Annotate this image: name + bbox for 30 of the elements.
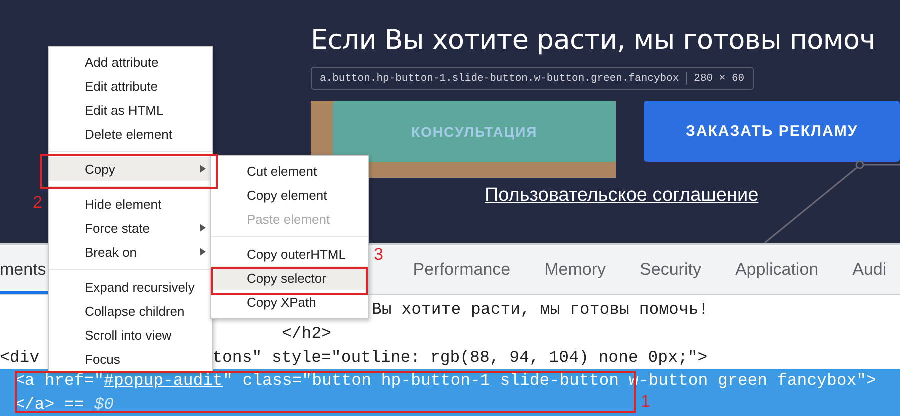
devtools-tab[interactable]: Security	[623, 245, 718, 294]
agreement-link[interactable]: Пользовательское соглашение	[485, 185, 759, 207]
code-text: tons" style="outline: rgb(88, 94, 104) none 0px;">	[212, 348, 708, 366]
devtools-tab[interactable]: Memory	[528, 245, 624, 294]
menu-item[interactable]: Copy	[49, 157, 212, 181]
menu-item[interactable]: Edit as HTML	[49, 98, 212, 122]
page-heading: Если Вы хотите расти, мы готовы помоч	[311, 24, 876, 58]
menu-item[interactable]: Collapse children	[49, 299, 212, 323]
code-text: Вы хотите расти, мы готовы помочь!	[372, 300, 709, 318]
code-text: </a> == $0	[15, 394, 114, 414]
menu-item[interactable]: Edit attribute	[49, 74, 212, 98]
code-text: <div	[0, 348, 40, 366]
menu-item[interactable]: Delete element	[49, 122, 212, 146]
menu-item[interactable]: Hide element	[49, 192, 212, 216]
selector-text: a.button.hp-button-1.slide-button.w-button.green.fancybox	[320, 72, 680, 84]
order-button[interactable]: ЗАКАЗАТЬ РЕКЛАМУ	[644, 101, 900, 162]
step-number: 2	[33, 193, 42, 213]
menu-item[interactable]: Copy element	[211, 183, 368, 207]
menu-item[interactable]: Add attribute	[49, 50, 212, 74]
menu-item[interactable]: Focus	[49, 347, 212, 371]
size-text: 280 × 60	[694, 72, 745, 84]
menu-item[interactable]: Force state	[49, 216, 212, 240]
step-number: 3	[374, 245, 384, 265]
menu-item[interactable]: Copy outerHTML	[211, 242, 368, 266]
devtools-tab[interactable]: Performance	[396, 245, 528, 294]
devtools-tab[interactable]: Audi	[836, 245, 900, 294]
step-number: 1	[641, 392, 650, 412]
devtools-tab[interactable]: Application	[718, 245, 836, 294]
code-text: </h2>	[282, 324, 332, 342]
menu-item[interactable]: Scroll into view	[49, 323, 212, 347]
